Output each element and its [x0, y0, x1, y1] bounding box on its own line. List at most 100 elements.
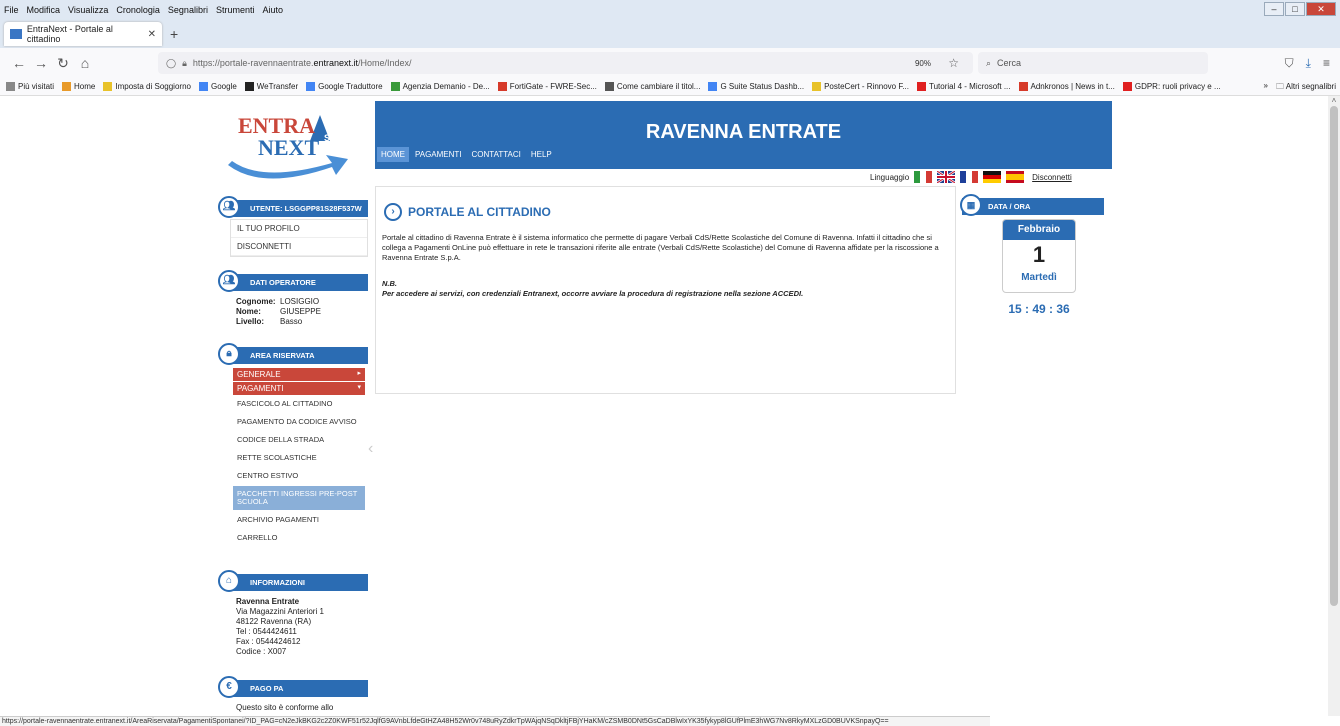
menu-aiuto[interactable]: Aiuto [262, 5, 283, 15]
bookmark-label: PosteCert - Rinnovo F... [824, 82, 909, 91]
flag-france-icon[interactable] [960, 171, 979, 183]
bookmark-item[interactable]: Adnkronos | News in t... [1018, 82, 1115, 91]
bookmark-item[interactable]: Più visitati [6, 82, 54, 91]
navigation-bar: ← → ↻ ⌂ ◯ 🔒︎ https://portale-ravennaentr… [0, 48, 1340, 78]
other-bookmarks[interactable]: 🗀︎ Altri segnalibri [1276, 81, 1336, 95]
browser-tab[interactable]: EntraNext - Portale al cittadino ✕ [4, 22, 162, 46]
back-icon[interactable]: ← [8, 55, 30, 71]
sidebar-item-fascicolo[interactable]: FASCICOLO AL CITTADINO [233, 396, 365, 412]
bookmark-item[interactable]: Google [198, 82, 237, 91]
sidebar-item-pagamento-avviso[interactable]: PAGAMENTO DA CODICE AVVISO [233, 414, 365, 430]
bookmark-label: G Suite Status Dashb... [720, 82, 805, 91]
url-bar[interactable]: ◯ 🔒︎ https://portale-ravennaentrate. entr… [158, 52, 973, 74]
download-icon[interactable]: ⤓ [1306, 56, 1311, 71]
status-bar-url: https://portale-ravennaentrate.entranext… [0, 716, 990, 726]
pocket-icon[interactable]: ⛉ [1285, 56, 1294, 71]
menu-modifica[interactable]: Modifica [27, 5, 61, 15]
minimize-icon[interactable]: – [1264, 2, 1284, 16]
flag-spain-icon[interactable] [1006, 171, 1025, 183]
bookmark-item[interactable]: Home [62, 82, 95, 91]
flag-italy-icon[interactable] [914, 171, 933, 183]
vertical-scrollbar[interactable]: ˄ [1328, 96, 1340, 716]
flag-germany-icon[interactable] [983, 171, 1002, 183]
menu-strumenti[interactable]: Strumenti [216, 5, 255, 15]
search-placeholder: Cerca [997, 58, 1022, 68]
operator-row: Cognome: LOSIGGIO [236, 297, 368, 307]
nav-home[interactable]: HOME [377, 147, 409, 162]
menu-visualizza[interactable]: Visualizza [68, 5, 108, 15]
home-icon[interactable]: ⌂ [74, 55, 96, 71]
sidebar-item-archivio[interactable]: ARCHIVIO PAGAMENTI [233, 512, 365, 528]
menu-hamburger-icon[interactable]: ≡ [1323, 56, 1330, 71]
entranext-logo[interactable]: ENTRA SUITE NEXT [222, 101, 372, 181]
menu-generale[interactable]: GENERALE ▸ [233, 368, 365, 381]
collapse-sidebar-icon[interactable]: ‹ [368, 440, 373, 458]
nb-text: Per accedere ai servizi, con credenziali… [382, 289, 804, 298]
operator-value: Basso [280, 317, 303, 326]
bookmark-item[interactable]: G Suite Status Dashb... [708, 82, 804, 91]
reload-icon[interactable]: ↻ [52, 55, 74, 72]
shield-icon[interactable]: ◯ [166, 58, 176, 69]
menu-cronologia[interactable]: Cronologia [116, 5, 160, 15]
new-tab-icon[interactable]: + [170, 26, 178, 42]
close-window-icon[interactable]: ✕ [1306, 2, 1336, 16]
operator-header: 👥︎ DATI OPERATORE [218, 270, 368, 292]
bookmark-item[interactable]: Imposta di Soggiorno [103, 82, 191, 91]
language-label: Linguaggio [870, 172, 910, 182]
operator-value: LOSIGGIO [280, 297, 320, 306]
sidebar-item-pacchetti-ingressi[interactable]: PACCHETTI INGRESSI PRE-POST SCUOLA [233, 486, 365, 510]
bookmark-item[interactable]: Agenzia Demanio - De... [390, 82, 490, 91]
menu-file[interactable]: File [4, 5, 19, 15]
logout-link[interactable]: DISCONNETTI [231, 238, 367, 256]
nav-help[interactable]: HELP [527, 147, 556, 162]
bookmark-label: Tutorial 4 - Microsoft ... [929, 82, 1011, 91]
bookmark-item[interactable]: FortiGate - FWRE-Sec... [497, 82, 597, 91]
url-prefix: https://portale-ravennaentrate. [192, 58, 314, 68]
bookmark-item[interactable]: GDPR: ruoli privacy e ... [1122, 82, 1221, 91]
menu-segnalibri[interactable]: Segnalibri [168, 5, 208, 15]
nav-pagamenti[interactable]: PAGAMENTI [411, 147, 466, 162]
operator-value: GIUSEPPE [280, 307, 321, 316]
bookmark-item[interactable]: WeTransfer [244, 82, 299, 91]
bookmark-label: WeTransfer [256, 82, 299, 91]
bookmark-label: Home [74, 82, 96, 91]
bookmark-star-icon[interactable]: ☆ [948, 56, 959, 70]
bookmark-favicon-icon [917, 82, 926, 91]
bookmark-favicon-icon [103, 82, 113, 91]
info-header-label: INFORMAZIONI [250, 578, 305, 587]
menu-pagamenti-label: PAGAMENTI [237, 384, 284, 393]
profile-link[interactable]: IL TUO PROFILO [231, 220, 367, 238]
users-icon: 👥︎ [218, 270, 240, 292]
operator-row: Nome: GIUSEPPE [236, 307, 368, 317]
sidebar-item-carrello[interactable]: CARRELLO [233, 530, 365, 546]
lock-icon[interactable]: 🔒︎ [182, 58, 187, 69]
sidebar-item-codice-strada[interactable]: CODICE DELLA STRADA [233, 432, 365, 448]
pagopa-text: Questo sito è conforme allo [236, 703, 334, 712]
forward-icon[interactable]: → [30, 55, 52, 71]
language-bar: Linguaggio Disconnetti [870, 168, 1110, 186]
bookmark-item[interactable]: Tutorial 4 - Microsoft ... [917, 82, 1011, 91]
info-line: Via Magazzini Anteriori 1 [236, 607, 324, 616]
bookmark-label: GDPR: ruoli privacy e ... [1134, 82, 1221, 91]
nav-contattaci[interactable]: CONTATTACI [468, 147, 525, 162]
bookmark-item[interactable]: Come cambiare il titol... [604, 82, 700, 91]
tab-close-icon[interactable]: ✕ [148, 29, 156, 40]
search-input[interactable]: ⌕ Cerca [978, 52, 1208, 74]
disconnect-link[interactable]: Disconnetti [1032, 173, 1072, 182]
menu-pagamenti[interactable]: PAGAMENTI ▾ [233, 382, 365, 395]
bookmark-item[interactable]: PosteCert - Rinnovo F... [812, 82, 909, 91]
sidebar-item-rette-scolastiche[interactable]: RETTE SCOLASTICHE [233, 450, 365, 466]
scrollbar-thumb[interactable] [1330, 106, 1338, 606]
bookmark-label: Google [210, 82, 237, 91]
bookmark-item[interactable]: Google Traduttore [306, 82, 383, 91]
bookmark-favicon-icon [604, 82, 614, 91]
scroll-up-icon[interactable]: ˄ [1328, 96, 1340, 105]
sidebar-item-centro-estivo[interactable]: CENTRO ESTIVO [233, 468, 365, 484]
info-name: Ravenna Entrate [236, 597, 300, 606]
users-icon: 👥︎ [218, 196, 240, 218]
maximize-icon[interactable]: □ [1285, 2, 1305, 16]
bookmarks-overflow-icon[interactable]: » [1264, 81, 1268, 95]
zoom-level[interactable]: 90% [915, 59, 931, 68]
flag-uk-icon[interactable] [937, 171, 956, 183]
window-controls: – □ ✕ [1263, 2, 1336, 16]
